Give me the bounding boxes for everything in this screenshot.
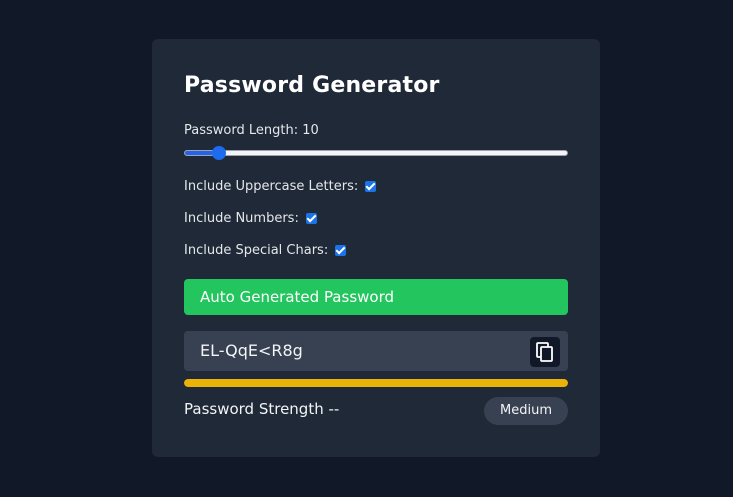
option-numbers[interactable]: Include Numbers:	[184, 211, 317, 226]
strength-bar	[184, 379, 568, 387]
slider-thumb[interactable]	[211, 146, 226, 160]
password-text: EL-QqE<R8g	[200, 341, 303, 360]
strength-fill	[184, 379, 568, 387]
copy-icon	[536, 342, 553, 362]
password-output: EL-QqE<R8g	[184, 331, 568, 371]
option-special-chars-label: Include Special Chars:	[184, 243, 329, 258]
option-special-chars[interactable]: Include Special Chars:	[184, 243, 347, 258]
uppercase-checkbox[interactable]	[365, 181, 377, 192]
option-uppercase[interactable]: Include Uppercase Letters:	[184, 179, 377, 194]
password-generator-card: Password Generator Password Length: 10 I…	[152, 39, 600, 457]
special-chars-checkbox[interactable]	[335, 245, 347, 256]
password-length-label: Password Length: 10	[184, 123, 319, 138]
strength-badge: Medium	[484, 397, 568, 425]
option-uppercase-label: Include Uppercase Letters:	[184, 179, 359, 194]
slider-track	[184, 150, 568, 156]
password-length-slider[interactable]	[184, 146, 568, 160]
page-title: Password Generator	[184, 73, 440, 98]
numbers-checkbox[interactable]	[305, 213, 317, 224]
copy-button[interactable]	[530, 337, 560, 367]
generate-password-button[interactable]: Auto Generated Password	[184, 279, 568, 315]
option-numbers-label: Include Numbers:	[184, 211, 299, 226]
strength-label: Password Strength --	[184, 400, 340, 418]
